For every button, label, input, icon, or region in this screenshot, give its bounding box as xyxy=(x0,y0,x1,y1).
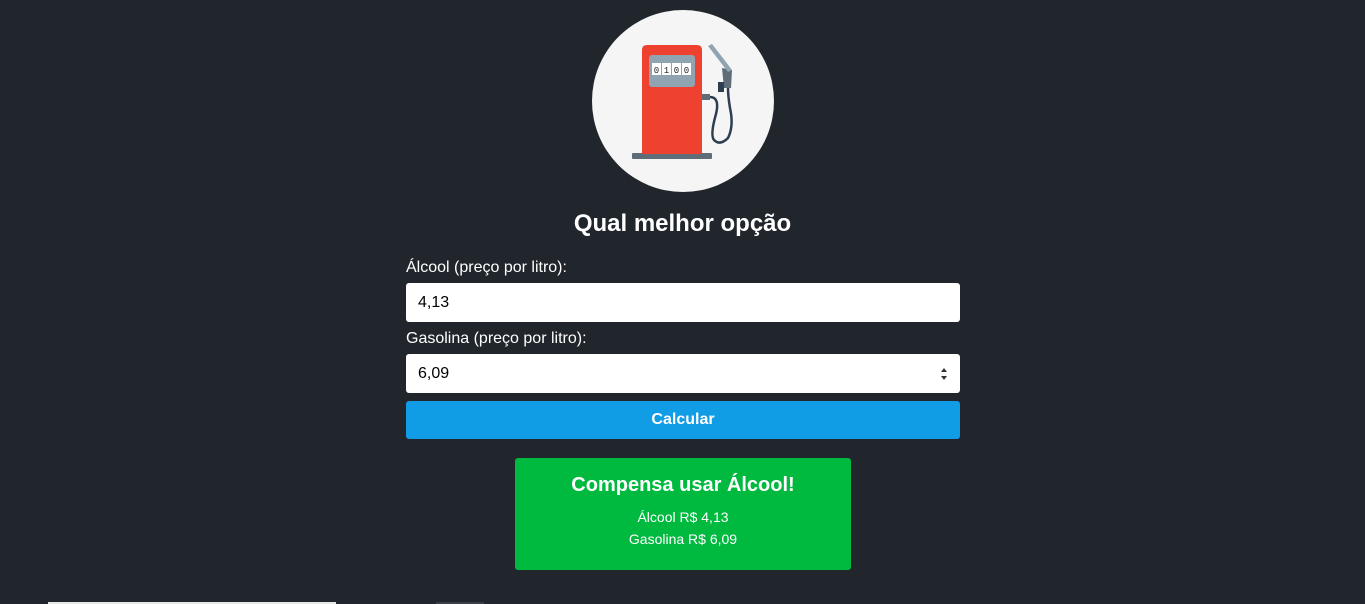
meter-digit: 0 xyxy=(674,66,679,76)
gasolina-price-input[interactable]: 6,09 xyxy=(406,354,960,393)
gasolina-price-value: 6,09 xyxy=(418,365,450,382)
page-title: Qual melhor opção xyxy=(573,210,792,237)
alcool-price-value: 4,13 xyxy=(418,294,450,311)
page: 0 1 0 0 Qual melhor opção Álcool (preço … xyxy=(0,0,1365,604)
result-panel: Compensa usar Álcool! Álcool R$ 4,13 Gas… xyxy=(515,458,851,570)
number-spinner-icon[interactable] xyxy=(940,366,948,382)
result-gasolina-price: Gasolina R$ 6,09 xyxy=(628,531,738,547)
logo: 0 1 0 0 xyxy=(592,10,774,192)
result-alcool-price: Álcool R$ 4,13 xyxy=(637,509,729,525)
gasolina-label: Gasolina (preço por litro): xyxy=(406,330,587,347)
alcool-label: Álcool (preço por litro): xyxy=(406,259,567,276)
alcool-price-input[interactable]: 4,13 xyxy=(406,283,960,322)
result-heading: Compensa usar Álcool! xyxy=(571,474,795,496)
fuel-pump-icon: 0 1 0 0 xyxy=(632,44,733,159)
meter-digit: 0 xyxy=(684,66,689,76)
meter-digit: 1 xyxy=(664,66,669,76)
calcular-button[interactable]: Calcular xyxy=(406,401,960,439)
meter-digit: 0 xyxy=(654,66,659,76)
